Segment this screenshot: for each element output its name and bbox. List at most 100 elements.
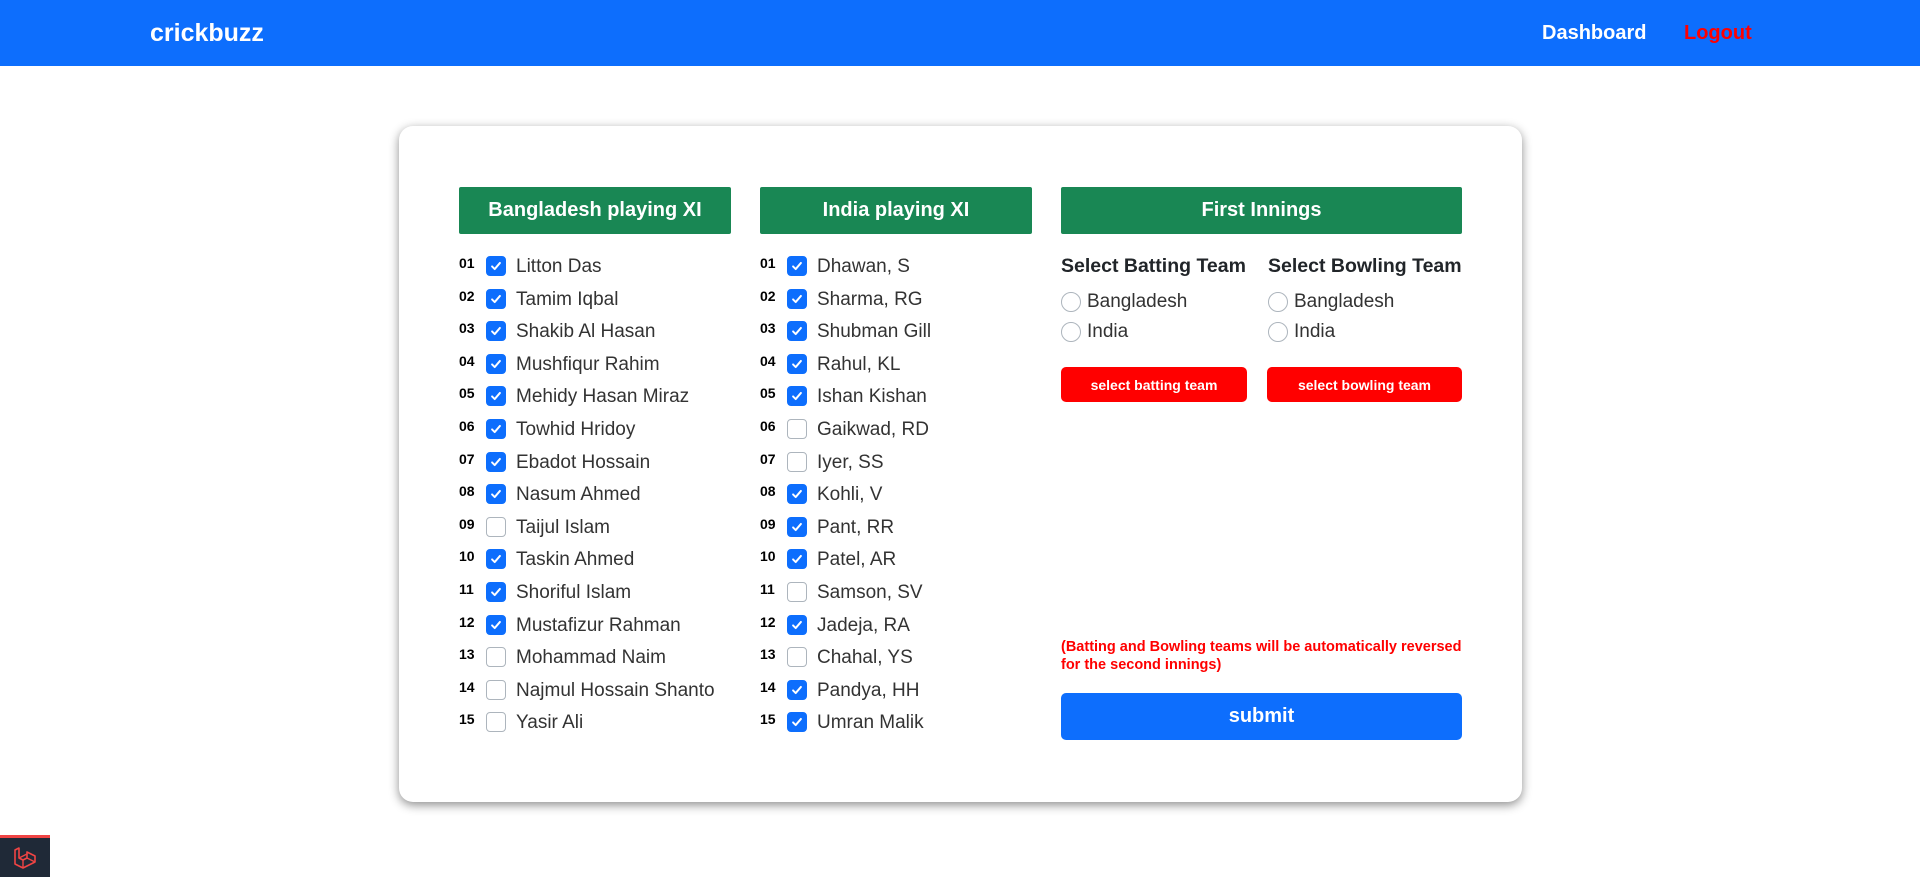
- player-checkbox[interactable]: [486, 679, 506, 700]
- player-number: 02: [760, 287, 776, 304]
- player-row: 07 Iyer, SS: [760, 450, 1032, 483]
- player-number: 05: [459, 385, 475, 402]
- player-checkbox[interactable]: [486, 418, 506, 439]
- player-name: Chahal, YS: [817, 647, 913, 669]
- player-row: 09 Taijul Islam: [459, 515, 731, 548]
- radio-label: Bangladesh: [1294, 291, 1395, 312]
- select-bowling-team-button[interactable]: select bowling team: [1267, 367, 1462, 402]
- player-checkbox[interactable]: [486, 353, 506, 374]
- radio-button[interactable]: [1061, 322, 1081, 342]
- player-number: 14: [459, 678, 475, 695]
- player-row: 09 Pant, RR: [760, 515, 1032, 548]
- player-name: Gaikwad, RD: [817, 418, 929, 440]
- nav-logout-link[interactable]: Logout: [1684, 0, 1752, 66]
- player-name: Ishan Kishan: [817, 386, 927, 408]
- player-checkbox[interactable]: [787, 647, 807, 668]
- player-number: 11: [760, 580, 775, 597]
- player-checkbox[interactable]: [787, 353, 807, 374]
- player-name: Nasum Ahmed: [516, 484, 641, 506]
- player-checkbox[interactable]: [787, 418, 807, 439]
- player-row: 11 Samson, SV: [760, 580, 1032, 613]
- player-checkbox[interactable]: [787, 581, 807, 602]
- player-row: 06 Gaikwad, RD: [760, 417, 1032, 450]
- player-checkbox[interactable]: [787, 321, 807, 342]
- player-checkbox[interactable]: [486, 256, 506, 276]
- player-row: 11 Shoriful Islam: [459, 580, 731, 613]
- player-name: Shubman Gill: [817, 321, 932, 343]
- bangladesh-xi-header: Bangladesh playing XI: [459, 187, 731, 234]
- player-checkbox[interactable]: [486, 647, 506, 668]
- brand-logo[interactable]: crickbuzz: [150, 0, 264, 66]
- player-number: 03: [459, 320, 475, 337]
- player-number: 01: [760, 255, 776, 271]
- player-checkbox[interactable]: [787, 549, 807, 570]
- player-number: 06: [459, 417, 475, 434]
- player-row: 10 Taskin Ahmed: [459, 547, 731, 580]
- player-checkbox[interactable]: [787, 712, 807, 733]
- india-player-list: 01 Dhawan, S 02 Sharma, RG 03 Shubman Gill 04 R…: [760, 254, 1032, 743]
- player-checkbox[interactable]: [486, 386, 506, 407]
- radio-button[interactable]: [1268, 292, 1288, 312]
- submit-button[interactable]: submit: [1061, 693, 1462, 740]
- team-selection-card: Bangladesh playing XI India playing XI F…: [399, 126, 1522, 802]
- player-checkbox[interactable]: [486, 549, 506, 570]
- player-number: 12: [459, 613, 475, 630]
- player-row: 07 Ebadot Hossain: [459, 450, 731, 483]
- innings-reversal-note: (Batting and Bowling teams will be autom…: [1061, 639, 1462, 673]
- player-row: 12 Jadeja, RA: [760, 613, 1032, 646]
- player-row: 04 Mushfiqur Rahim: [459, 352, 731, 385]
- player-name: Umran Malik: [817, 712, 924, 734]
- top-navbar: crickbuzz Dashboard Logout: [0, 0, 1920, 66]
- select-batting-team-title: Select Batting Team: [1061, 255, 1246, 277]
- player-checkbox[interactable]: [787, 516, 807, 537]
- player-name: Najmul Hossain Shanto: [516, 679, 715, 701]
- player-row: 14 Najmul Hossain Shanto: [459, 678, 731, 711]
- player-number: 05: [760, 385, 776, 402]
- player-checkbox[interactable]: [787, 451, 807, 472]
- player-name: Dhawan, S: [817, 256, 910, 277]
- india-xi-header: India playing XI: [760, 187, 1032, 234]
- player-name: Jadeja, RA: [817, 614, 910, 636]
- player-checkbox[interactable]: [787, 386, 807, 407]
- player-number: 04: [760, 352, 776, 369]
- player-number: 14: [760, 678, 776, 695]
- player-checkbox[interactable]: [486, 581, 506, 602]
- select-batting-team-button[interactable]: select batting team: [1061, 367, 1247, 402]
- player-number: 08: [459, 483, 475, 500]
- player-checkbox[interactable]: [486, 321, 506, 342]
- player-checkbox[interactable]: [787, 484, 807, 505]
- radio-button[interactable]: [1268, 322, 1288, 342]
- player-row: 14 Pandya, HH: [760, 678, 1032, 711]
- player-row: 08 Kohli, V: [760, 482, 1032, 515]
- laravel-logo-icon[interactable]: [0, 835, 50, 877]
- player-name: Sharma, RG: [817, 288, 923, 310]
- radio-label: Bangladesh: [1087, 291, 1188, 312]
- nav-dashboard-link[interactable]: Dashboard: [1542, 0, 1646, 66]
- player-row: 15 Yasir Ali: [459, 710, 731, 743]
- player-name: Litton Das: [516, 256, 602, 277]
- player-checkbox[interactable]: [486, 516, 506, 537]
- player-checkbox[interactable]: [486, 288, 506, 309]
- player-name: Patel, AR: [817, 549, 897, 571]
- player-row: 10 Patel, AR: [760, 547, 1032, 580]
- player-checkbox[interactable]: [787, 256, 807, 276]
- player-number: 10: [459, 548, 475, 565]
- player-name: Rahul, KL: [817, 353, 901, 375]
- radio-button[interactable]: [1061, 292, 1081, 312]
- player-checkbox[interactable]: [486, 712, 506, 733]
- player-checkbox[interactable]: [787, 679, 807, 700]
- player-checkbox[interactable]: [486, 614, 506, 635]
- player-row: 08 Nasum Ahmed: [459, 482, 731, 515]
- player-checkbox[interactable]: [787, 288, 807, 309]
- player-number: 08: [760, 483, 776, 500]
- player-checkbox[interactable]: [787, 614, 807, 635]
- player-checkbox[interactable]: [486, 484, 506, 505]
- player-name: Mushfiqur Rahim: [516, 353, 660, 375]
- player-checkbox[interactable]: [486, 451, 506, 472]
- player-name: Taijul Islam: [516, 516, 610, 538]
- player-row: 13 Chahal, YS: [760, 645, 1032, 678]
- player-name: Samson, SV: [817, 581, 923, 603]
- player-row: 12 Mustafizur Rahman: [459, 613, 731, 646]
- player-row: 01 Litton Das: [459, 254, 731, 287]
- player-number: 12: [760, 613, 776, 630]
